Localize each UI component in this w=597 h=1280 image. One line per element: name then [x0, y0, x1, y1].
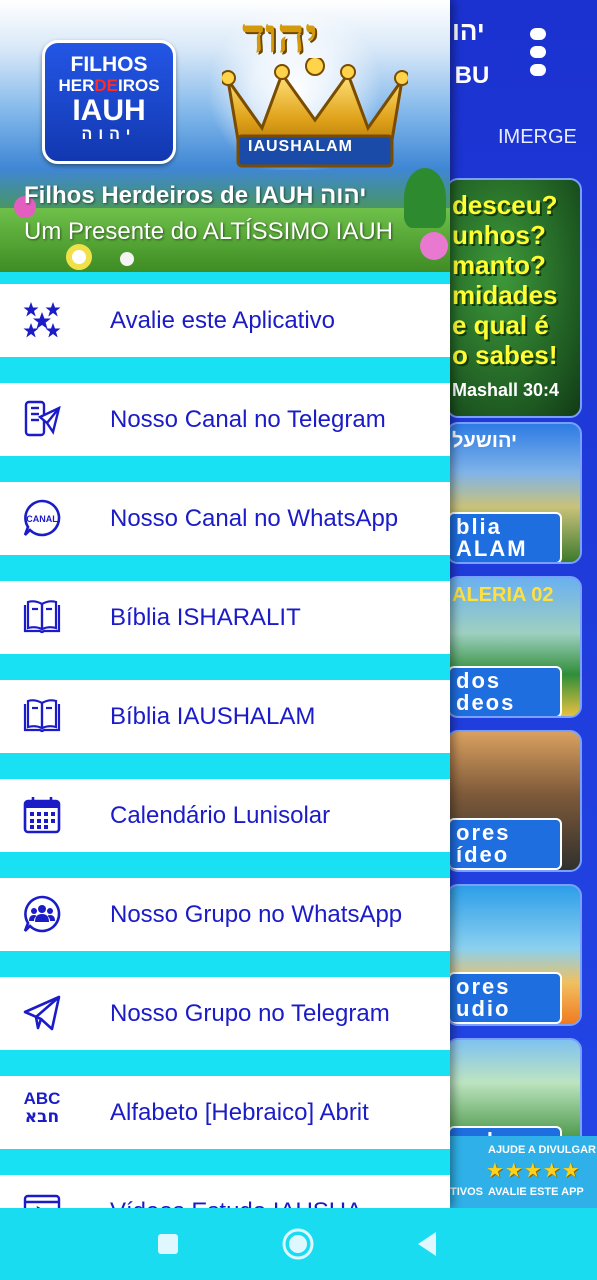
quote-reference: Mashall 30:4	[452, 380, 560, 400]
promo-help-text: AJUDE A DIVULGAR	[488, 1144, 596, 1156]
bible-card[interactable]: יהושעל blia ALAM	[446, 422, 582, 564]
telegram-icon	[22, 993, 62, 1033]
overflow-menu-icon[interactable]	[526, 28, 550, 80]
rate-app-banner[interactable]: TIVOS AJUDE A DIVULGAR ★★★★★ AVALIE ESTE…	[450, 1136, 597, 1208]
back-triangle-icon[interactable]	[410, 1226, 446, 1262]
card-caption: dos deos	[448, 666, 562, 716]
drawer-title: Filhos Herdeiros de IAUH יהוה	[24, 182, 367, 209]
menu-item-lunisolar-calendar[interactable]: Calendário Lunisolar	[0, 779, 450, 852]
system-navigation-bar	[0, 1208, 597, 1280]
menu-item-telegram-group[interactable]: Nosso Grupo no Telegram	[0, 977, 450, 1050]
card-top-text: ALERIA 02	[452, 584, 554, 606]
stars-icon: ★★★★★	[486, 1160, 581, 1182]
authors-audio-card[interactable]: ores udio	[446, 884, 582, 1026]
app-logo: FILHOS HERDEIROS IAUH יהוה	[42, 40, 176, 164]
menu-item-label: Nosso Grupo no WhatsApp	[110, 901, 403, 928]
authors-video-card[interactable]: ores ídeo	[446, 730, 582, 872]
menu-item-label: Nosso Canal no WhatsApp	[110, 505, 399, 532]
more-card[interactable]: oulos	[446, 1038, 582, 1148]
drawer-header: FILHOS HERDEIROS IAUH יהוה יהוד IAUSHALA…	[0, 0, 450, 272]
whatsapp-canal-icon: CANAL	[22, 498, 62, 538]
video-icon	[22, 1191, 62, 1208]
menu-item-bible-isharalit[interactable]: Bíblia ISHARALIT	[0, 581, 450, 654]
card-caption: ores ídeo	[448, 818, 562, 870]
videos-card[interactable]: ALERIA 02 dos deos	[446, 576, 582, 718]
bible-book-icon	[22, 696, 62, 736]
flower	[66, 244, 92, 270]
card-caption: ores udio	[448, 972, 562, 1024]
crown-hebrew-text: יהוד	[242, 8, 318, 64]
menu-item-study-videos[interactable]: Vídeos Estudo IAUSHA	[0, 1175, 450, 1208]
quote-text: desceu? unhos? manto? midades e qual é o…	[452, 190, 558, 370]
navigation-drawer: FILHOS HERDEIROS IAUH יהוה יהוד IAUSHALA…	[0, 0, 450, 1208]
menu-item-hebrew-alphabet[interactable]: ABC חבא Alfabeto [Hebraico] Abrit	[0, 1076, 450, 1149]
whatsapp-group-icon	[22, 894, 62, 934]
menu-item-label: Bíblia IAUSHALAM	[110, 703, 316, 730]
menu-item-whatsapp-group[interactable]: Nosso Grupo no WhatsApp	[0, 878, 450, 951]
promo-left-text: TIVOS	[450, 1186, 484, 1198]
flower	[420, 232, 448, 260]
crown-icon	[222, 58, 408, 168]
svg-text:CANAL: CANAL	[26, 514, 58, 524]
menu-item-label: Avalie este Aplicativo	[110, 307, 336, 334]
alphabet-icon: ABC חבא	[23, 1089, 61, 1127]
menu-item-label: Nosso Grupo no Telegram	[110, 1000, 390, 1027]
home-circle-icon[interactable]	[280, 1226, 316, 1262]
menu-item-rate-app[interactable]: Avalie este Aplicativo	[0, 284, 450, 357]
menu-item-label: Bíblia ISHARALIT	[110, 604, 301, 631]
drawer-menu: Avalie este Aplicativo Nosso Canal no Te…	[0, 284, 450, 1208]
drawer-subtitle: Um Presente do ALTÍSSIMO IAUH	[24, 218, 394, 245]
menu-item-label: Alfabeto [Hebraico] Abrit	[110, 1099, 369, 1126]
card-caption: blia ALAM	[448, 512, 562, 562]
app-title: יהו	[452, 16, 485, 46]
menu-item-telegram-channel[interactable]: Nosso Canal no Telegram	[0, 383, 450, 456]
menu-item-label: Calendário Lunisolar	[110, 802, 331, 829]
tab-imerge[interactable]: IMERGE	[498, 126, 577, 149]
flower	[120, 252, 134, 266]
menu-item-bible-iaushalam[interactable]: Bíblia IAUSHALAM	[0, 680, 450, 753]
stars-icon	[22, 300, 62, 340]
quote-card[interactable]: desceu? unhos? manto? midades e qual é o…	[446, 178, 582, 418]
menu-item-label: Nosso Canal no Telegram	[110, 406, 386, 433]
promo-rate-text: AVALIE ESTE APP	[488, 1186, 584, 1198]
calendar-icon	[22, 795, 62, 835]
tree	[404, 168, 446, 228]
bible-book-icon	[22, 597, 62, 637]
card-top-text: יהושעל	[452, 430, 518, 452]
recents-square-icon[interactable]	[150, 1226, 186, 1262]
menu-item-whatsapp-channel[interactable]: CANAL Nosso Canal no WhatsApp	[0, 482, 450, 555]
crown-label: IAUSHALAM	[248, 138, 353, 155]
phone-telegram-icon	[22, 399, 62, 439]
menu-item-label: Vídeos Estudo IAUSHA	[110, 1175, 362, 1208]
